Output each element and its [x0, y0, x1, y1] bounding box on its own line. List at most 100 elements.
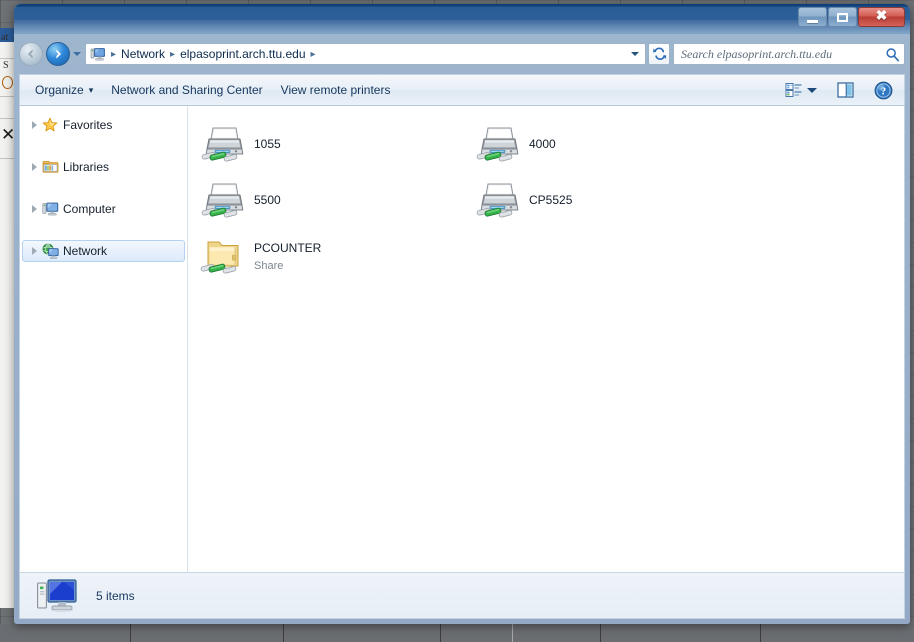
computer-icon [36, 576, 80, 616]
organize-label: Organize [35, 83, 84, 97]
expand-arrow-icon[interactable] [28, 163, 41, 171]
sidebar-item-favorites[interactable]: Favorites [22, 114, 185, 136]
preview-pane-icon [837, 82, 854, 98]
computer-icon [41, 201, 59, 217]
chevron-down-icon [72, 52, 81, 56]
previous-locations-button[interactable] [627, 44, 643, 64]
sidebar-item-computer[interactable]: Computer [22, 198, 185, 220]
minimize-icon [807, 19, 818, 23]
star-icon [41, 117, 59, 133]
search-input[interactable]: Search elpasoprint.arch.ttu.edu [673, 43, 905, 65]
navigation-pane: Favorites Libraries Computer Network [20, 106, 188, 572]
sidebar-item-label: Network [63, 244, 108, 258]
chevron-down-icon [631, 52, 639, 56]
background-tick [600, 624, 601, 642]
list-item-name: 5500 [254, 193, 281, 207]
titlebar-gloss [14, 20, 910, 34]
list-item-name: 4000 [529, 137, 556, 151]
item-count-label: 5 items [96, 588, 135, 603]
sidebar-item-label: Computer [63, 202, 116, 216]
file-icon-grid: 1055 4000 5500 CP5525 PCOUNTER Share [196, 120, 904, 288]
expand-arrow-icon[interactable] [28, 247, 41, 255]
network-icon [41, 243, 59, 259]
sidebar-item-network[interactable]: Network [22, 240, 185, 262]
sidebar-item-label: Libraries [63, 160, 110, 174]
background-text-fragment: S [3, 60, 9, 71]
main-area: Favorites Libraries Computer Network 105… [19, 106, 905, 572]
view-remote-printers-label: View remote printers [280, 83, 391, 97]
list-item[interactable]: PCOUNTER Share [196, 232, 471, 280]
recent-pages-button[interactable] [70, 42, 83, 66]
breadcrumb-separator: ▸ [310, 48, 316, 60]
back-button[interactable] [19, 42, 43, 66]
background-tick [512, 624, 513, 642]
forward-arrow-icon [56, 49, 61, 59]
breadcrumb-item-network[interactable]: Network [118, 45, 168, 63]
preview-pane-button[interactable] [832, 79, 859, 101]
svg-text:?: ? [881, 85, 887, 97]
list-item[interactable]: CP5525 [471, 176, 746, 224]
close-icon: ✖ [875, 9, 888, 24]
forward-button[interactable] [46, 42, 70, 66]
breadcrumb-separator: ▸ [170, 48, 176, 60]
chevron-down-icon [807, 87, 817, 93]
network-printer-icon [200, 179, 248, 223]
list-item-subtitle: Share [254, 260, 284, 272]
list-item-text: PCOUNTER Share [254, 235, 321, 273]
refresh-icon [652, 47, 666, 61]
background-bottom-bar [0, 624, 914, 642]
list-item-name: CP5525 [529, 193, 573, 207]
view-remote-printers-button[interactable]: View remote printers [272, 79, 400, 101]
search-icon[interactable] [885, 47, 900, 62]
background-text-fragment: at [1, 32, 9, 43]
list-item[interactable]: 5500 [196, 176, 471, 224]
refresh-button[interactable] [648, 43, 670, 65]
chevron-down-icon: ▾ [88, 84, 94, 95]
file-list-pane[interactable]: 1055 4000 5500 CP5525 PCOUNTER Share [188, 106, 904, 572]
command-bar: Organize ▾ Network and Sharing Center Vi… [19, 74, 905, 106]
back-arrow-icon [28, 49, 33, 59]
address-bar-row: ▸ Network ▸ elpasoprint.arch.ttu.edu ▸ S… [19, 40, 905, 68]
window-controls: ✖ [798, 7, 905, 27]
window-titlebar[interactable]: ✖ [14, 4, 910, 34]
minimize-button[interactable] [798, 7, 827, 27]
network-and-sharing-center-button[interactable]: Network and Sharing Center [102, 79, 271, 101]
organize-button[interactable]: Organize ▾ [26, 79, 102, 101]
breadcrumb-item-server[interactable]: elpasoprint.arch.ttu.edu [177, 45, 308, 63]
network-printer-icon [200, 123, 248, 167]
explorer-window: ✖ ▸ Network ▸ elpasoprint.arch.ttu.edu ▸… [14, 4, 910, 624]
change-view-button[interactable] [780, 79, 822, 101]
maximize-icon [837, 12, 848, 22]
list-item-text: 5500 [254, 179, 281, 209]
list-item[interactable]: 4000 [471, 120, 746, 168]
list-item-text: CP5525 [529, 179, 572, 209]
background-tick [130, 624, 131, 642]
list-item-name: 1055 [254, 137, 281, 151]
close-button[interactable]: ✖ [858, 7, 905, 27]
background-tick [440, 624, 441, 642]
breadcrumb-separator: ▸ [111, 48, 117, 60]
background-tick [283, 624, 284, 642]
network-computer-icon [90, 47, 106, 62]
view-options-icon [785, 82, 803, 98]
network-printer-icon [475, 123, 523, 167]
expand-arrow-icon[interactable] [28, 205, 41, 213]
network-share-folder-icon [200, 235, 248, 279]
list-item-text: 1055 [254, 123, 281, 153]
search-placeholder: Search elpasoprint.arch.ttu.edu [681, 46, 833, 61]
library-folder-icon [41, 159, 59, 175]
list-item-text: 4000 [529, 123, 556, 153]
network-sharing-center-label: Network and Sharing Center [111, 83, 263, 97]
background-tick [760, 624, 761, 642]
status-bar: 5 items [19, 572, 905, 619]
maximize-button[interactable] [828, 7, 857, 27]
address-breadcrumb-bar[interactable]: ▸ Network ▸ elpasoprint.arch.ttu.edu ▸ [85, 43, 646, 65]
background-shape [2, 76, 13, 89]
sidebar-item-label: Favorites [63, 118, 113, 132]
network-printer-icon [475, 179, 523, 223]
help-icon: ? [874, 81, 893, 100]
expand-arrow-icon[interactable] [28, 121, 41, 129]
sidebar-item-libraries[interactable]: Libraries [22, 156, 185, 178]
list-item[interactable]: 1055 [196, 120, 471, 168]
help-button[interactable]: ? [869, 78, 898, 103]
